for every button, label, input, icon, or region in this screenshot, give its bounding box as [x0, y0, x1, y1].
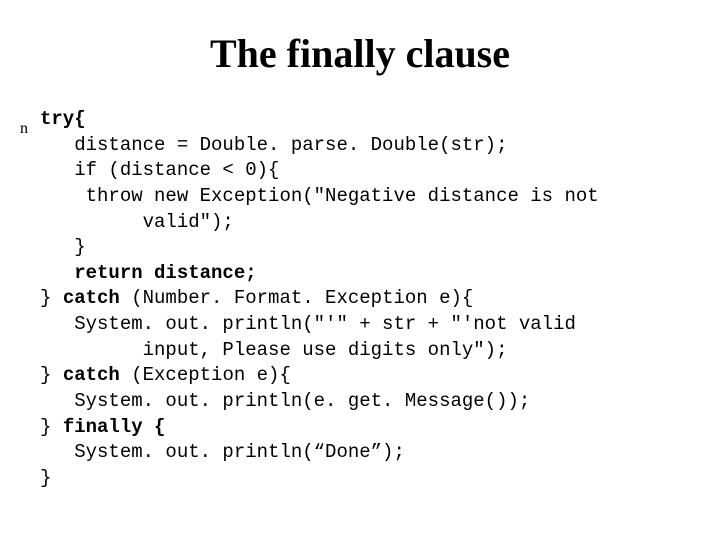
code-line: System. out. println(“Done”); — [40, 441, 405, 463]
code-line: try{ — [40, 108, 86, 130]
code-line: } — [40, 236, 86, 258]
slide-title: The finally clause — [40, 30, 680, 77]
code-line: } — [40, 287, 63, 309]
code-line: if (distance < 0){ — [40, 159, 279, 181]
code-block: try{ distance = Double. parse. Double(st… — [40, 107, 680, 492]
code-line: return distance; — [40, 262, 257, 284]
code-line: } — [40, 467, 51, 489]
code-line: input, Please use digits only"); — [40, 339, 507, 361]
code-line: finally { — [63, 416, 166, 438]
code-line: valid"); — [40, 211, 234, 233]
code-line: throw new Exception("Negative distance i… — [40, 185, 599, 207]
code-line: (Exception e){ — [120, 364, 291, 386]
code-line: System. out. println("'" + str + "'not v… — [40, 313, 576, 335]
code-line: } — [40, 416, 63, 438]
code-line: distance = Double. parse. Double(str); — [40, 134, 507, 156]
code-line: catch — [63, 364, 120, 386]
code-line: catch — [63, 287, 120, 309]
bullet-marker: n — [20, 120, 28, 138]
code-line: System. out. println(e. get. Message()); — [40, 390, 530, 412]
code-line: (Number. Format. Exception e){ — [120, 287, 473, 309]
code-line: } — [40, 364, 63, 386]
slide: The finally clause n try{ distance = Dou… — [0, 0, 720, 540]
